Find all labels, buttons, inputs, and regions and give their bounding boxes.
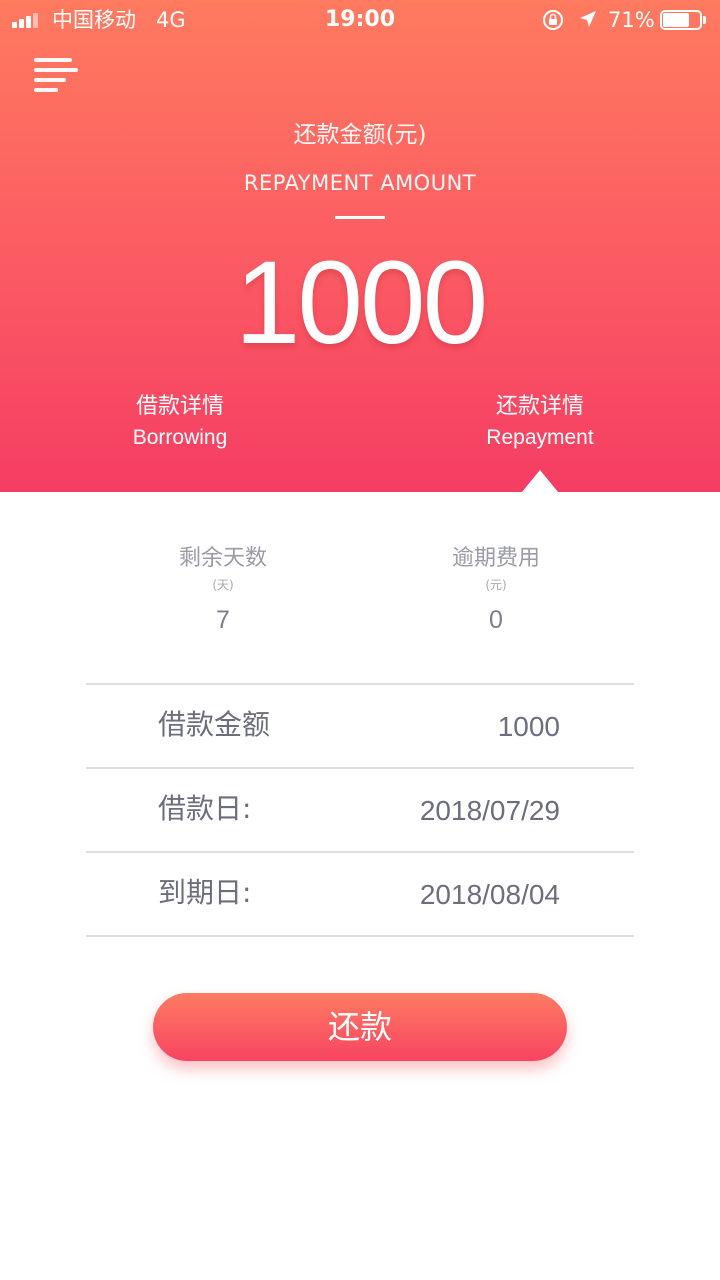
overdue-fee-value: 0	[489, 606, 503, 634]
tab-borrowing-label-en: Borrowing	[132, 426, 228, 449]
overdue-fee-label: 逾期费用	[451, 546, 540, 571]
orientation-lock-icon	[543, 10, 563, 30]
loan-date-value: 2018/07/29	[419, 795, 560, 826]
battery-percent: 71%	[608, 8, 655, 32]
divider	[86, 935, 634, 937]
detail-row-due-date: 到期日: 2018/08/04	[86, 853, 634, 935]
repayment-amount-label: 还款金额(元)	[293, 122, 427, 148]
detail-row-loan-date: 借款日: 2018/07/29	[86, 769, 634, 851]
remaining-days-value: 7	[216, 606, 230, 634]
battery-icon	[660, 10, 706, 30]
tab-borrowing-label: 借款详情	[135, 394, 224, 419]
detail-row-loan-amount: 借款金额 1000	[86, 685, 634, 767]
repay-button[interactable]: 还款	[153, 993, 567, 1061]
loan-amount-value: 1000	[497, 711, 560, 742]
remaining-days-unit: (天)	[212, 578, 234, 592]
remaining-days-stat: 剩余天数 (天) 7	[123, 542, 323, 636]
repayment-amount-value: 1000	[234, 237, 489, 369]
tab-repayment-label-en: Repayment	[486, 426, 594, 449]
loan-amount-label: 借款金额	[158, 708, 271, 741]
header: 中国移动 4G 19:00 71% 还款金额(元) REPAYMENT AMOU…	[0, 0, 720, 492]
tab-repayment[interactable]: 还款详情 Repayment	[440, 392, 640, 454]
status-bar: 中国移动 4G 19:00 71%	[0, 0, 720, 40]
tab-borrowing[interactable]: 借款详情 Borrowing	[80, 392, 280, 454]
repayment-amount-label-en: REPAYMENT AMOUNT	[243, 171, 477, 195]
due-date-label: 到期日:	[158, 876, 252, 909]
location-arrow-icon	[580, 11, 596, 27]
active-tab-indicator	[522, 470, 558, 492]
tab-repayment-label: 还款详情	[495, 394, 584, 419]
due-date-value: 2018/08/04	[419, 879, 560, 910]
overdue-fee-unit: (元)	[485, 578, 507, 592]
amount-divider	[335, 216, 385, 219]
loan-date-label: 借款日:	[158, 792, 252, 825]
overdue-fee-stat: 逾期费用 (元) 0	[396, 542, 596, 636]
remaining-days-label: 剩余天数	[178, 546, 267, 571]
menu-icon[interactable]	[34, 56, 78, 96]
